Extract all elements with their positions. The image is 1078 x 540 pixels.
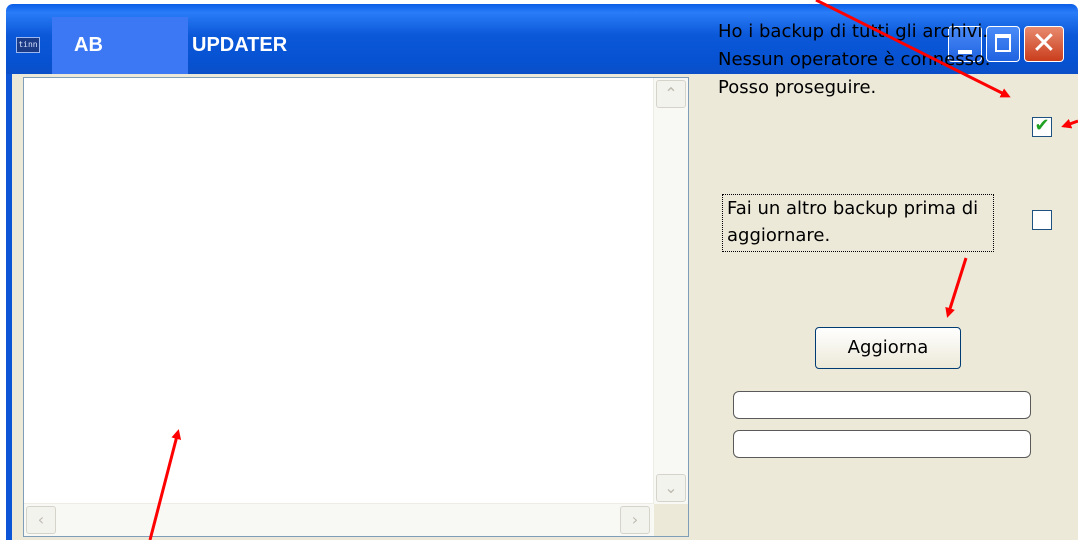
window-client-area: ⌃ ⌄ ‹ › — [12, 74, 1078, 540]
ab-highlight — [52, 17, 188, 74]
log-textarea[interactable]: ⌃ ⌄ ‹ › — [23, 77, 689, 537]
confirm-line-3: Posso proseguire. — [718, 77, 877, 98]
extra-backup-checkbox[interactable] — [1032, 210, 1052, 230]
confirm-line-2: Nessun operatore è connesso. — [718, 49, 991, 70]
update-button[interactable]: Aggiorna — [815, 327, 961, 369]
vertical-scrollbar[interactable]: ⌃ ⌄ — [653, 78, 688, 504]
extra-backup-line-1: Fai un altro backup prima di — [727, 198, 979, 219]
scroll-right-arrow-icon[interactable]: › — [620, 506, 650, 534]
extra-backup-label: Fai un altro backup prima di aggiornare. — [722, 194, 994, 252]
scrollbar-corner — [654, 504, 688, 536]
app-icon: tinn — [16, 37, 40, 53]
confirm-line-1: Ho i backup di tutti gli archivi. — [718, 21, 989, 42]
scroll-down-arrow-icon[interactable]: ⌄ — [656, 474, 686, 502]
close-button[interactable]: ✕ — [1024, 26, 1064, 62]
close-icon: ✕ — [1031, 26, 1057, 61]
scroll-left-arrow-icon[interactable]: ‹ — [26, 506, 56, 534]
checkmark-icon: ✔ — [1034, 115, 1050, 136]
app-name-ab: AB — [74, 34, 103, 56]
window-title: UPDATER — [192, 34, 288, 56]
confirm-backup-label: Ho i backup di tutti gli archivi. Nessun… — [718, 18, 1028, 102]
status-field-1[interactable] — [733, 391, 1031, 419]
status-field-2[interactable] — [733, 430, 1031, 458]
scroll-up-arrow-icon[interactable]: ⌃ — [656, 80, 686, 108]
horizontal-scrollbar[interactable]: ‹ › — [24, 503, 654, 536]
confirm-backup-checkbox[interactable]: ✔ — [1032, 115, 1052, 137]
extra-backup-line-2: aggiornare. — [727, 225, 831, 246]
